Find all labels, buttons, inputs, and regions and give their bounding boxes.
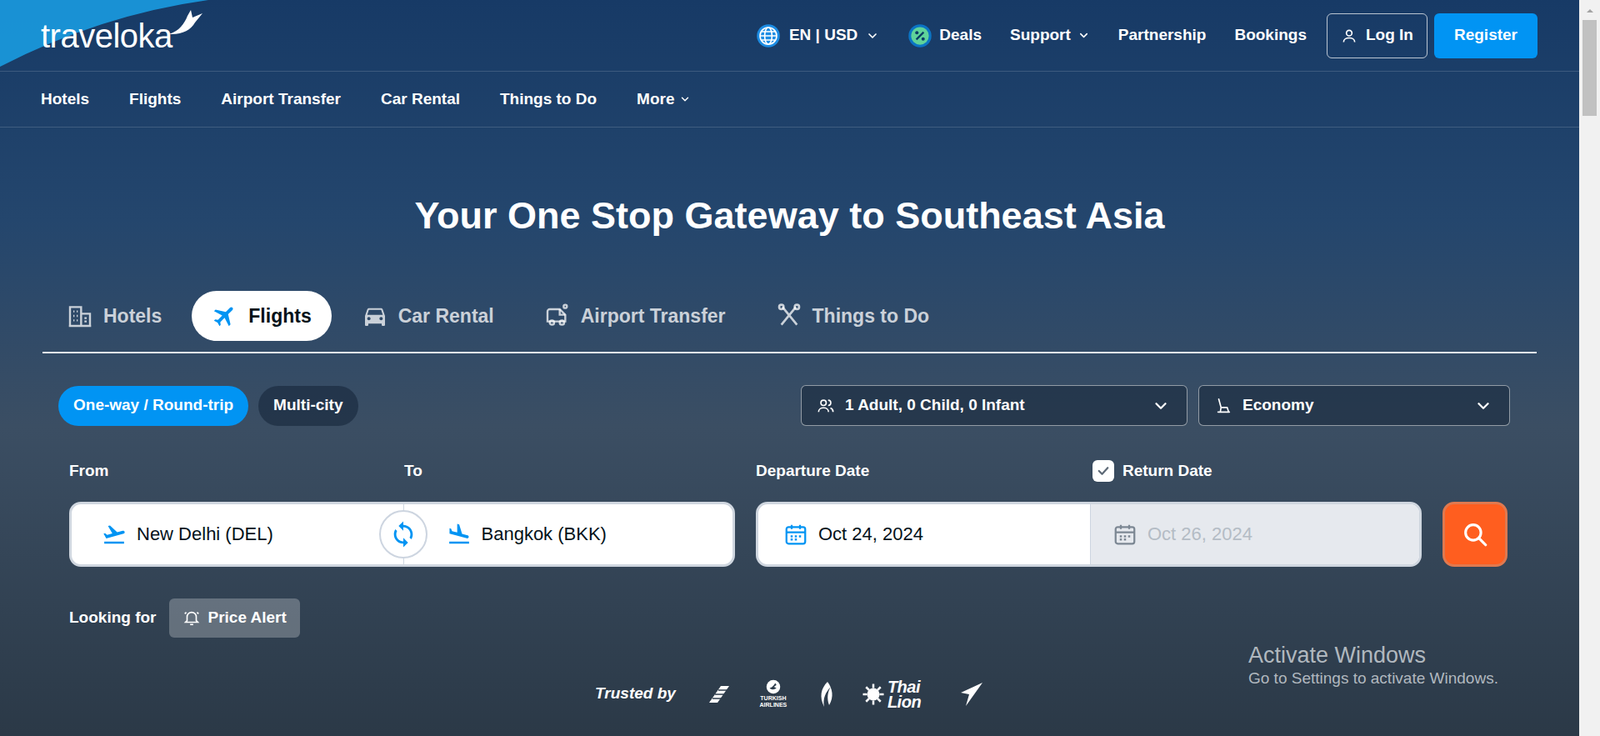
user-icon <box>1340 27 1358 45</box>
windows-watermark: Activate WindowsGo to Settings to activa… <box>1248 641 1499 689</box>
trip-type-option[interactable]: One-way / Round-trip <box>58 385 249 426</box>
activity-icon <box>775 302 803 330</box>
header-link[interactable]: Bookings <box>1234 23 1307 48</box>
airline-logo-icon <box>815 680 836 709</box>
nav-item[interactable]: More <box>636 87 691 112</box>
scroll-up-icon <box>1585 6 1595 15</box>
return-checkbox[interactable] <box>1092 460 1115 482</box>
scrollbar[interactable] <box>1579 0 1600 736</box>
product-tab[interactable]: Flights <box>191 290 331 341</box>
swap-button[interactable] <box>379 510 428 559</box>
airline-logo-icon <box>700 684 731 705</box>
percent-icon <box>907 23 933 49</box>
trip-type-option[interactable]: Multi-city <box>258 385 358 426</box>
chevron-down-icon <box>679 93 691 105</box>
hotel-icon <box>66 302 94 330</box>
nav-item[interactable]: Flights <box>129 87 181 112</box>
page: traveloka EN | USD Deals Support Partnership… <box>0 0 1580 736</box>
main-nav: Hotels Flights Airport Transfer Car Rental T… <box>0 71 1580 128</box>
product-tab[interactable]: Hotels <box>46 290 182 341</box>
scrollbar-thumb[interactable] <box>1582 20 1597 116</box>
top-header: traveloka EN | USD Deals Support Partnership… <box>0 0 1580 72</box>
header-link[interactable]: Support <box>1010 23 1090 48</box>
thai-lion-logo: Thai Lion <box>860 679 933 710</box>
bird-logo-icon <box>167 9 205 40</box>
check-icon <box>1095 463 1111 479</box>
login-button[interactable]: Log In <box>1326 13 1428 59</box>
traveloka-logo[interactable]: traveloka <box>40 19 205 53</box>
header-link[interactable]: Partnership <box>1118 23 1207 48</box>
landing-icon <box>446 521 472 547</box>
departure-date-input[interactable] <box>818 520 1090 548</box>
flight-icon <box>211 302 239 330</box>
calendar-icon <box>783 521 809 547</box>
passengers-icon <box>816 396 835 415</box>
transfer-icon <box>544 302 571 330</box>
nav-item[interactable]: Car Rental <box>380 87 460 112</box>
turkish-bird-icon <box>765 679 781 695</box>
hero-title: Your One Stop Gateway to Southeast Asia <box>0 192 1580 240</box>
cabin-class-dropdown[interactable]: Economy <box>1198 385 1510 426</box>
seat-icon <box>1214 396 1233 415</box>
chevron-down-icon <box>865 29 880 43</box>
looking-for-label: Looking for <box>69 605 156 630</box>
search-button[interactable] <box>1442 501 1508 567</box>
passengers-dropdown[interactable]: 1 Adult, 0 Child, 0 Infant <box>800 385 1188 426</box>
from-label: From <box>69 459 405 484</box>
turkish-airlines-logo: TURKISH AIRLINES <box>755 679 791 709</box>
swap-icon <box>389 520 418 549</box>
chevron-down-icon <box>1151 396 1170 415</box>
bell-icon <box>182 608 201 627</box>
product-tab[interactable]: Car Rental <box>341 290 515 341</box>
route-box <box>69 501 735 567</box>
airline-logo-icon <box>957 680 985 708</box>
price-alert-button[interactable]: Price Alert <box>169 598 300 638</box>
return-date-input[interactable] <box>1147 520 1420 548</box>
nav-item[interactable]: Airport Transfer <box>220 87 341 112</box>
register-button[interactable]: Register <box>1434 13 1538 59</box>
chevron-down-icon <box>1474 396 1493 415</box>
nav-item[interactable]: Hotels <box>40 87 90 112</box>
departure-label: Departure Date <box>755 459 1093 484</box>
return-label: Return Date <box>1122 459 1213 484</box>
product-tab[interactable]: Things to Do <box>755 290 950 341</box>
to-label: To <box>404 459 423 484</box>
globe-icon <box>755 23 781 49</box>
locale-selector[interactable]: EN | USD <box>755 23 880 49</box>
dates-box <box>755 501 1422 567</box>
nav-item[interactable]: Things to Do <box>500 87 597 112</box>
calendar-icon <box>1112 521 1138 547</box>
header-link[interactable]: Deals <box>907 23 982 49</box>
product-tabs: HotelsFlightsCar RentalAirport TransferT… <box>42 290 1537 354</box>
car-icon <box>361 302 389 330</box>
from-input[interactable] <box>136 520 379 548</box>
product-tab[interactable]: Airport Transfer <box>524 290 746 341</box>
flight-search-form: One-way / Round-tripMulti-city 1 Adult, 0… <box>0 353 1580 638</box>
chevron-down-icon <box>1077 29 1090 42</box>
search-icon <box>1460 520 1490 549</box>
lion-icon <box>860 681 886 707</box>
to-input[interactable] <box>481 520 724 548</box>
takeoff-icon <box>101 521 127 547</box>
